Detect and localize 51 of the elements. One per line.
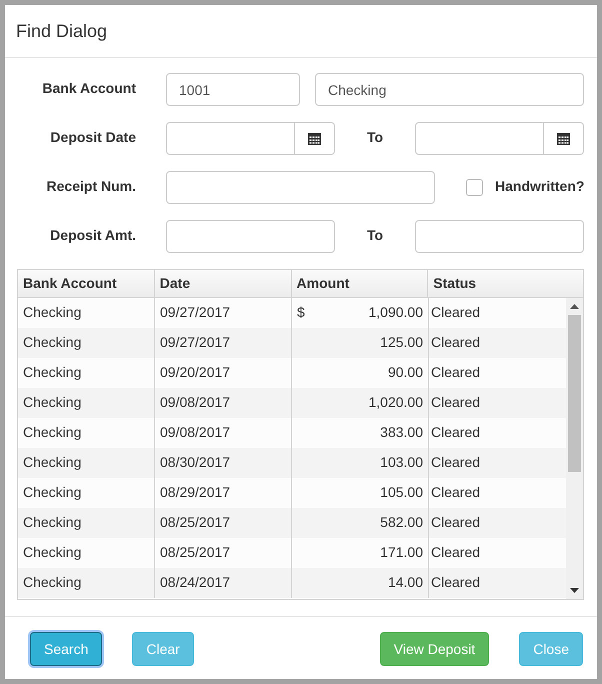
table-cell: 1,020.00 <box>368 394 423 412</box>
table-cell: Checking <box>18 568 155 598</box>
calendar-icon <box>557 132 570 145</box>
field-label: Receipt Num. <box>46 178 136 194</box>
field-label: Deposit Amt. <box>49 227 136 243</box>
table-cell-text: Cleared <box>430 393 482 412</box>
table-cell-text: Cleared <box>430 453 482 472</box>
calendar-icon <box>308 132 321 145</box>
checkbox-label: Handwritten? <box>495 178 584 194</box>
table-cell: 582.00 <box>380 514 423 532</box>
table-cell-text: Cleared <box>430 303 482 322</box>
table-cell-text: Cleared <box>430 333 482 352</box>
table-cell: 171.00 <box>380 544 423 562</box>
table-cell: 08/24/2017 <box>155 568 292 598</box>
scrollbar[interactable] <box>566 298 583 599</box>
column-header[interactable]: Amount <box>292 270 428 297</box>
table-cell-text: Cleared <box>430 483 482 502</box>
table-cell-text: Cleared <box>430 513 482 532</box>
input-field[interactable]: 1001 <box>166 73 300 106</box>
table-cell: 14.00 <box>388 574 423 592</box>
scroll-down-icon[interactable] <box>570 588 579 593</box>
table-cell-text: Cleared <box>430 543 482 562</box>
table-cell-text: Cleared <box>430 423 482 442</box>
input-field[interactable] <box>415 122 544 155</box>
scrollbar-thumb[interactable] <box>568 315 581 472</box>
table-cell: 90.00 <box>388 364 423 382</box>
table-cell: 125.00 <box>380 334 423 352</box>
currency-symbol: $ <box>297 304 305 322</box>
table-cell: 383.00 <box>380 424 423 442</box>
column-header[interactable]: Date <box>154 270 292 297</box>
table-cell: 105.00 <box>380 484 423 502</box>
input-field[interactable] <box>166 220 335 253</box>
table-cell: 1,090.00 <box>368 304 423 322</box>
column-header[interactable]: Status <box>428 270 584 297</box>
input-field[interactable] <box>166 171 435 204</box>
input-field[interactable] <box>415 220 584 253</box>
field-label: To <box>366 129 384 145</box>
calendar-button[interactable] <box>544 122 584 155</box>
dialog-title: Find Dialog <box>16 20 108 42</box>
input-field[interactable]: Checking <box>315 73 584 106</box>
checkbox[interactable] <box>466 179 483 196</box>
table-cell: 103.00 <box>380 454 423 472</box>
column-header[interactable]: Bank Account <box>18 270 155 297</box>
field-label: To <box>366 227 384 243</box>
table-cell-text: Cleared <box>430 363 482 382</box>
field-label: Bank Account <box>41 80 136 96</box>
calendar-button[interactable] <box>295 122 335 155</box>
field-label: Deposit Date <box>49 129 136 145</box>
scroll-up-icon[interactable] <box>570 304 579 309</box>
input-field[interactable] <box>166 122 295 155</box>
table-cell-text: Cleared <box>430 573 482 592</box>
